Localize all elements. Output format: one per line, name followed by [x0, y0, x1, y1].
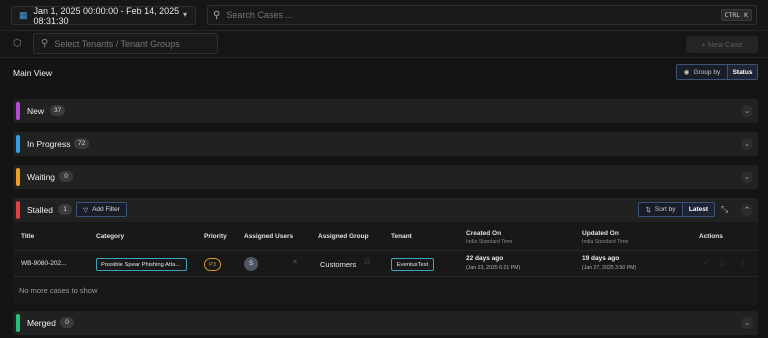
- expand-icon[interactable]: ⌄: [741, 138, 753, 150]
- expand-icon[interactable]: ⌄: [741, 105, 753, 117]
- tenant-badge: EventusTest: [391, 258, 434, 271]
- column-header-created-on[interactable]: Created On India Standard Time: [466, 230, 512, 245]
- search-input[interactable]: [226, 10, 527, 20]
- section-label: Waiting: [27, 172, 56, 182]
- collapse-icon[interactable]: ⌃: [741, 204, 753, 216]
- updated-on-timezone: India Standard Time: [582, 239, 629, 245]
- group-by-value[interactable]: Status: [728, 65, 757, 79]
- status-color-bar: [16, 102, 20, 120]
- created-on-label: Created On: [466, 230, 502, 237]
- date-range-text: Jan 1, 2025 00:00:00 - Feb 14, 2025 08:3…: [33, 5, 180, 26]
- column-header-priority[interactable]: Priority: [204, 233, 227, 240]
- column-header-actions: Actions: [699, 233, 723, 240]
- play-icon[interactable]: ▷: [721, 259, 726, 267]
- sort-by-control[interactable]: ⇅ Sort by Latest: [638, 202, 715, 217]
- column-header-tenant[interactable]: Tenant: [391, 233, 412, 240]
- created-on-timezone: India Standard Time: [466, 239, 513, 245]
- tenant-search-input[interactable]: [54, 38, 217, 49]
- page-title: Main View: [13, 68, 53, 78]
- category-badge: Possible Spear Phishing Atta...: [96, 258, 187, 271]
- assigned-group-text: Customers: [320, 260, 357, 269]
- more-options-icon[interactable]: ⋮: [739, 259, 746, 267]
- count-badge: 72: [74, 138, 90, 149]
- section-in-progress[interactable]: In Progress 72 ⌄: [13, 132, 758, 156]
- section-label: Stalled: [27, 205, 53, 215]
- count-badge: 1: [58, 204, 72, 215]
- cube-icon: ⬡: [13, 38, 22, 49]
- sort-by-label: Sort by: [654, 206, 676, 213]
- section-stalled: Stalled 1 ▽ Add Filter ⇅ Sort by Latest …: [13, 198, 758, 305]
- priority-badge: P3: [204, 258, 221, 271]
- avatar[interactable]: S: [244, 257, 258, 271]
- add-filter-label: Add Filter: [92, 206, 120, 213]
- status-color-bar: [16, 201, 20, 219]
- column-header-category[interactable]: Category: [96, 233, 124, 240]
- created-relative: 22 days ago: [466, 255, 504, 262]
- top-bar: ▦ Jan 1, 2025 00:00:00 - Feb 14, 2025 08…: [0, 0, 768, 31]
- chevron-down-icon: ▾: [182, 10, 187, 19]
- status-color-bar: [16, 314, 20, 332]
- created-absolute: (Jan 23, 2025 6:21 PM): [466, 265, 521, 271]
- search-icon: ⚲: [213, 9, 221, 21]
- status-color-bar: [16, 135, 20, 153]
- search-bar[interactable]: ⚲ CTRL K: [207, 5, 757, 25]
- section-label: Merged: [27, 318, 56, 328]
- sort-by-button[interactable]: ⇅ Sort by: [639, 203, 683, 216]
- group-icon: ◉: [683, 69, 690, 76]
- search-shortcut-badge: CTRL K: [720, 9, 752, 21]
- sort-icon: ⇅: [645, 206, 651, 214]
- group-by-label: Group by: [693, 68, 721, 76]
- divider: [13, 250, 758, 251]
- group-icon[interactable]: ☷: [364, 258, 370, 266]
- group-by-control[interactable]: ◉ Group by Status: [676, 64, 758, 80]
- filter-toolbar: ⬡ ⚲ + New Case: [0, 31, 768, 58]
- calendar-icon: ▦: [19, 10, 28, 20]
- updated-on-label: Updated On: [582, 230, 619, 237]
- updated-on-cell: 19 days ago (Jan 27, 2025 3:50 PM): [582, 255, 636, 271]
- section-new[interactable]: New 37 ⌄: [13, 99, 758, 123]
- new-case-button[interactable]: + New Case: [686, 36, 758, 53]
- column-header-assigned-group[interactable]: Assigned Group: [318, 233, 369, 240]
- section-label: In Progress: [27, 139, 71, 149]
- count-badge: 0: [59, 171, 73, 182]
- status-color-bar: [16, 168, 20, 186]
- created-on-cell: 22 days ago (Jan 23, 2025 6:21 PM): [466, 255, 520, 271]
- group-by-button[interactable]: ◉ Group by: [677, 65, 728, 79]
- sort-by-value[interactable]: Latest: [683, 203, 714, 216]
- filter-icon: ▽: [83, 206, 89, 214]
- updated-relative: 19 days ago: [582, 255, 620, 262]
- empty-message: No more cases to show: [19, 286, 98, 295]
- expand-icon[interactable]: ⌄: [741, 317, 753, 329]
- check-icon[interactable]: ✓: [703, 259, 709, 267]
- stalled-header[interactable]: Stalled 1 ▽ Add Filter ⇅ Sort by Latest …: [13, 198, 758, 222]
- column-header-updated-on[interactable]: Updated On India Standard Time: [582, 230, 628, 245]
- expand-icon[interactable]: ⌄: [741, 171, 753, 183]
- section-waiting[interactable]: Waiting 0 ⌄: [13, 165, 758, 189]
- column-header-title[interactable]: Title: [21, 233, 34, 240]
- tenant-selector[interactable]: ⚲: [33, 33, 218, 54]
- column-header-assigned-users[interactable]: Assigned Users: [244, 233, 293, 240]
- add-filter-button[interactable]: ▽ Add Filter: [76, 202, 127, 217]
- section-label: New: [27, 106, 45, 116]
- date-range-picker[interactable]: ▦ Jan 1, 2025 00:00:00 - Feb 14, 2025 08…: [11, 5, 196, 26]
- divider: [13, 276, 758, 277]
- section-merged[interactable]: Merged 0 ⌄: [13, 311, 758, 335]
- case-title-link[interactable]: WB-9080-202...: [21, 260, 67, 267]
- count-badge: 37: [50, 105, 66, 116]
- search-icon: ⚲: [41, 38, 49, 49]
- updated-absolute: (Jan 27, 2025 3:50 PM): [582, 265, 637, 271]
- count-badge: 0: [60, 317, 74, 328]
- unassign-icon[interactable]: ✕: [292, 258, 298, 266]
- fullscreen-icon[interactable]: ⤡: [721, 204, 728, 215]
